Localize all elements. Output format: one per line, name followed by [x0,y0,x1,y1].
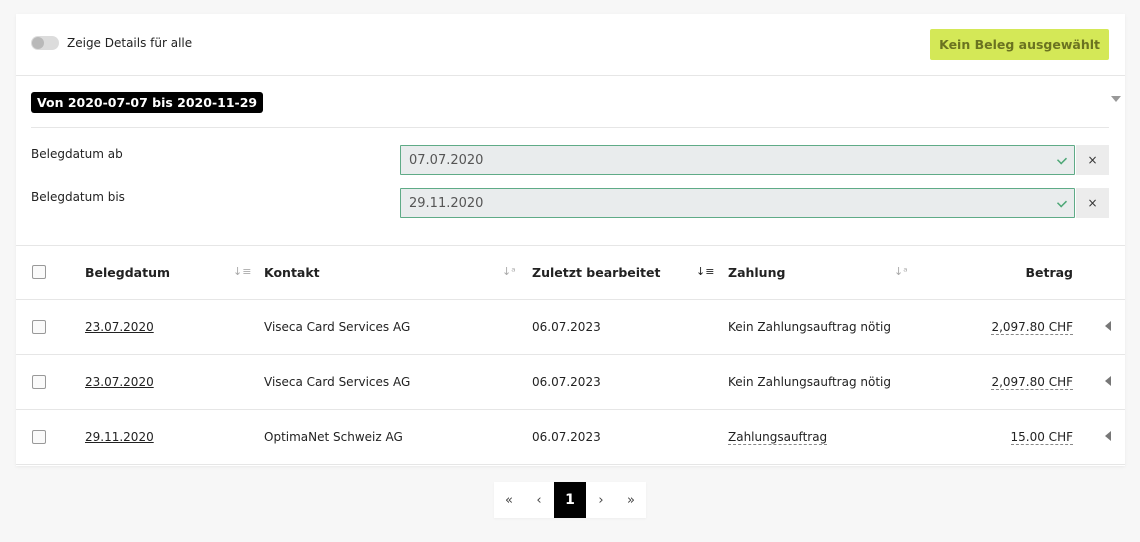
table-header: Belegdatum ↓≡ Kontakt ↓ᵃ Zuletzt bearbei… [16,245,1125,300]
date-to-value: 29.11.2020 [409,195,484,211]
document-date-link[interactable]: 23.07.2020 [85,320,154,334]
contact-name: OptimaNet Schweiz AG [264,430,403,444]
caret-left-icon[interactable] [1105,376,1111,386]
row-checkbox-cell [32,410,46,464]
column-header-date[interactable]: Belegdatum [85,245,170,299]
caret-left-icon[interactable] [1105,321,1111,331]
table-row[interactable]: 23.07.2020 Viseca Card Services AG 06.07… [16,300,1125,355]
check-icon [1056,197,1068,208]
document-date-link[interactable]: 29.11.2020 [85,430,154,444]
row-checkbox-cell [32,300,46,354]
no-document-selected-button[interactable]: Kein Beleg ausgewählt [930,29,1109,60]
sort-alpha-icon[interactable]: ↓ᵃ [894,265,908,278]
sort-desc-active-icon[interactable]: ↓≡ [696,265,714,278]
table-row[interactable]: 23.07.2020 Viseca Card Services AG 06.07… [16,355,1125,410]
caret-down-icon[interactable] [1111,96,1121,102]
select-all-cell [32,245,46,299]
date-range-badge: Von 2020-07-07 bis 2020-11-29 [31,92,264,113]
column-header-last-edited[interactable]: Zuletzt bearbeitet [532,245,660,299]
date-to-input[interactable]: 29.11.2020 [400,188,1075,218]
toggle-label: Zeige Details für alle [67,36,193,50]
date-to-row: Belegdatum bis 29.11.2020 × [31,188,1109,218]
column-header-contact[interactable]: Kontakt [264,245,320,299]
date-from-input[interactable]: 07.07.2020 [400,145,1075,175]
documents-table: Belegdatum ↓≡ Kontakt ↓ᵃ Zuletzt bearbei… [16,245,1125,465]
current-page-button[interactable]: 1 [554,482,586,518]
last-edited-date: 06.07.2023 [532,320,601,334]
contact-name: Viseca Card Services AG [264,375,411,389]
date-to-label: Belegdatum bis [31,190,125,204]
select-all-checkbox[interactable] [32,265,46,279]
toggle-knob [32,37,44,49]
last-edited-date: 06.07.2023 [532,375,601,389]
date-from-label: Belegdatum ab [31,147,123,161]
payment-status: Kein Zahlungsauftrag nötig [728,375,892,389]
document-list-card: Zeige Details für alle Kein Beleg ausgew… [16,14,1125,466]
date-from-row: Belegdatum ab 07.07.2020 × [31,145,1109,175]
date-from-value: 07.07.2020 [409,152,484,168]
date-to-clear-button[interactable]: × [1076,188,1109,218]
contact-name: Viseca Card Services AG [264,320,411,334]
row-checkbox-cell [32,355,46,409]
payment-order-link[interactable]: Zahlungsauftrag [728,430,828,445]
details-toggle[interactable]: Zeige Details für alle [31,36,192,50]
row-checkbox[interactable] [32,320,46,334]
prev-page-button[interactable]: ‹ [524,482,554,518]
toggle-switch[interactable] [31,36,59,50]
sort-alpha-icon[interactable]: ↓ᵃ [502,265,516,278]
first-page-button[interactable]: « [494,482,524,518]
next-page-button[interactable]: › [586,482,616,518]
last-page-button[interactable]: » [616,482,646,518]
column-header-payment[interactable]: Zahlung [728,245,785,299]
caret-left-icon[interactable] [1105,431,1111,441]
check-icon [1056,154,1068,165]
row-checkbox[interactable] [32,430,46,444]
payment-status: Kein Zahlungsauftrag nötig [728,320,892,334]
amount-value[interactable]: 2,097.80 CHF [991,375,1073,390]
amount-value[interactable]: 2,097.80 CHF [991,320,1073,335]
toolbar: Zeige Details für alle Kein Beleg ausgew… [16,14,1125,76]
last-edited-date: 06.07.2023 [532,430,601,444]
filter-header[interactable]: Von 2020-07-07 bis 2020-11-29 [31,90,1121,128]
column-header-amount[interactable]: Betrag [976,245,1073,299]
date-from-clear-button[interactable]: × [1076,145,1109,175]
amount-value[interactable]: 15.00 CHF [1010,430,1073,445]
row-checkbox[interactable] [32,375,46,389]
document-date-link[interactable]: 23.07.2020 [85,375,154,389]
table-row[interactable]: 29.11.2020 OptimaNet Schweiz AG 06.07.20… [16,410,1125,465]
pagination: « ‹ 1 › » [494,482,646,518]
sort-desc-icon[interactable]: ↓≡ [233,265,251,278]
